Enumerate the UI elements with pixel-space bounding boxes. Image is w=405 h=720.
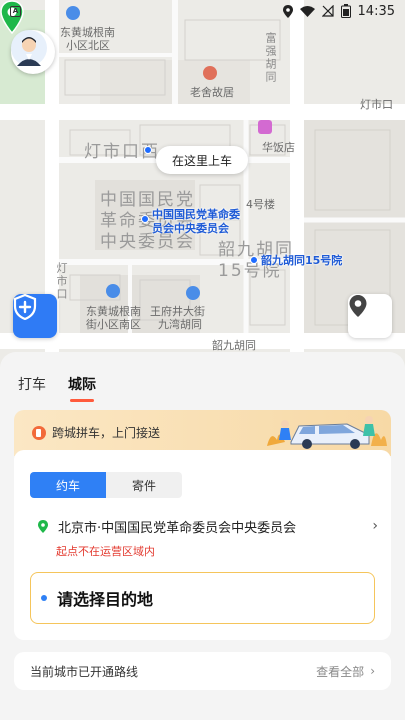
user-avatar[interactable] xyxy=(11,30,55,74)
wifi-icon xyxy=(299,5,315,17)
chevron-right-icon: › xyxy=(370,664,375,678)
map-label: 小区北区 xyxy=(66,39,110,52)
origin-field[interactable]: 北京市·中国国民党革命委员会中央委员会 › xyxy=(38,516,378,536)
tab-taxi[interactable]: 打车 xyxy=(18,374,46,402)
user-avatar-icon xyxy=(11,30,47,66)
map-label: 华饭店 xyxy=(262,141,295,154)
origin-address: 北京市·中国国民党革命委员会中央委员会 xyxy=(58,520,297,536)
pickup-here-bubble[interactable]: 在这里上车 xyxy=(156,146,248,174)
hotel-icon xyxy=(258,120,272,134)
open-routes-row[interactable]: 当前城市已开通路线 查看全部 › xyxy=(14,652,391,690)
promo-text: 跨城拼车，上门接送 xyxy=(52,426,161,440)
safety-shield-button[interactable] xyxy=(13,294,57,338)
destination-input[interactable]: 请选择目的地 xyxy=(30,572,375,624)
museum-icon xyxy=(203,66,217,80)
map-label: 灯市口 xyxy=(55,262,68,301)
map-label: 街小区南区 xyxy=(86,318,141,331)
megaphone-icon xyxy=(32,425,46,440)
destination-dot-icon xyxy=(41,595,47,601)
destination-placeholder: 请选择目的地 xyxy=(57,590,154,609)
sim-off-icon xyxy=(321,5,334,17)
view-all-label: 查看全部 xyxy=(316,664,365,679)
map-label: 九湾胡同 xyxy=(158,318,202,331)
map-label: 灯市口 xyxy=(360,98,393,111)
map-label: 富强胡同 xyxy=(264,32,277,84)
shield-plus-icon xyxy=(13,294,37,320)
bottom-sheet: 打车 城际 跨城拼车，上门接送 约车 寄件 北京市·中国国民党革命委员会中央委员… xyxy=(0,352,405,720)
poi-label-cpc[interactable]: 中国国民党革命委 员会中央委员会 xyxy=(152,208,240,236)
view-all-link[interactable]: 查看全部 › xyxy=(316,663,375,680)
origin-warning: 起点不在运营区域内 xyxy=(56,545,155,558)
booking-card: 约车 寄件 北京市·中国国民党革命委员会中央委员会 › 起点不在运营区域内 请选… xyxy=(14,450,391,640)
poi-label-shaojiu[interactable]: 韶九胡同15号院 xyxy=(261,254,342,268)
service-tabs: 打车 城际 xyxy=(18,374,96,402)
status-time: 14:35 xyxy=(357,3,395,19)
status-bar: A 14:35 xyxy=(0,0,405,22)
map-label: 老舍故居 xyxy=(190,86,234,99)
poi-dot xyxy=(250,256,258,264)
location-icon xyxy=(282,4,293,18)
chevron-right-icon: › xyxy=(372,518,378,534)
map-label: 韶九胡同 xyxy=(212,339,256,352)
location-pin-icon xyxy=(349,295,367,317)
poi-dot xyxy=(144,146,152,154)
battery-icon xyxy=(340,4,351,18)
routes-title: 当前城市已开通路线 xyxy=(30,664,139,679)
map-label: 4号楼 xyxy=(246,198,275,211)
a-app-icon: A xyxy=(10,5,21,17)
origin-pin-icon xyxy=(38,519,48,533)
booking-type-switch: 约车 寄件 xyxy=(30,472,182,498)
tab-intercity[interactable]: 城际 xyxy=(68,374,96,402)
segment-book-ride[interactable]: 约车 xyxy=(30,472,106,498)
segment-send-package[interactable]: 寄件 xyxy=(106,472,182,498)
locate-me-button[interactable] xyxy=(348,294,392,338)
poi-icon xyxy=(186,286,200,300)
map-view[interactable]: 东黄城根南 小区北区 老舍故居 富强胡同 灯市口 华饭店 灯市口西 中国国民党 … xyxy=(0,0,405,370)
carpool-illustration xyxy=(267,416,387,449)
poi-icon xyxy=(106,284,120,298)
poi-dot xyxy=(141,215,149,223)
